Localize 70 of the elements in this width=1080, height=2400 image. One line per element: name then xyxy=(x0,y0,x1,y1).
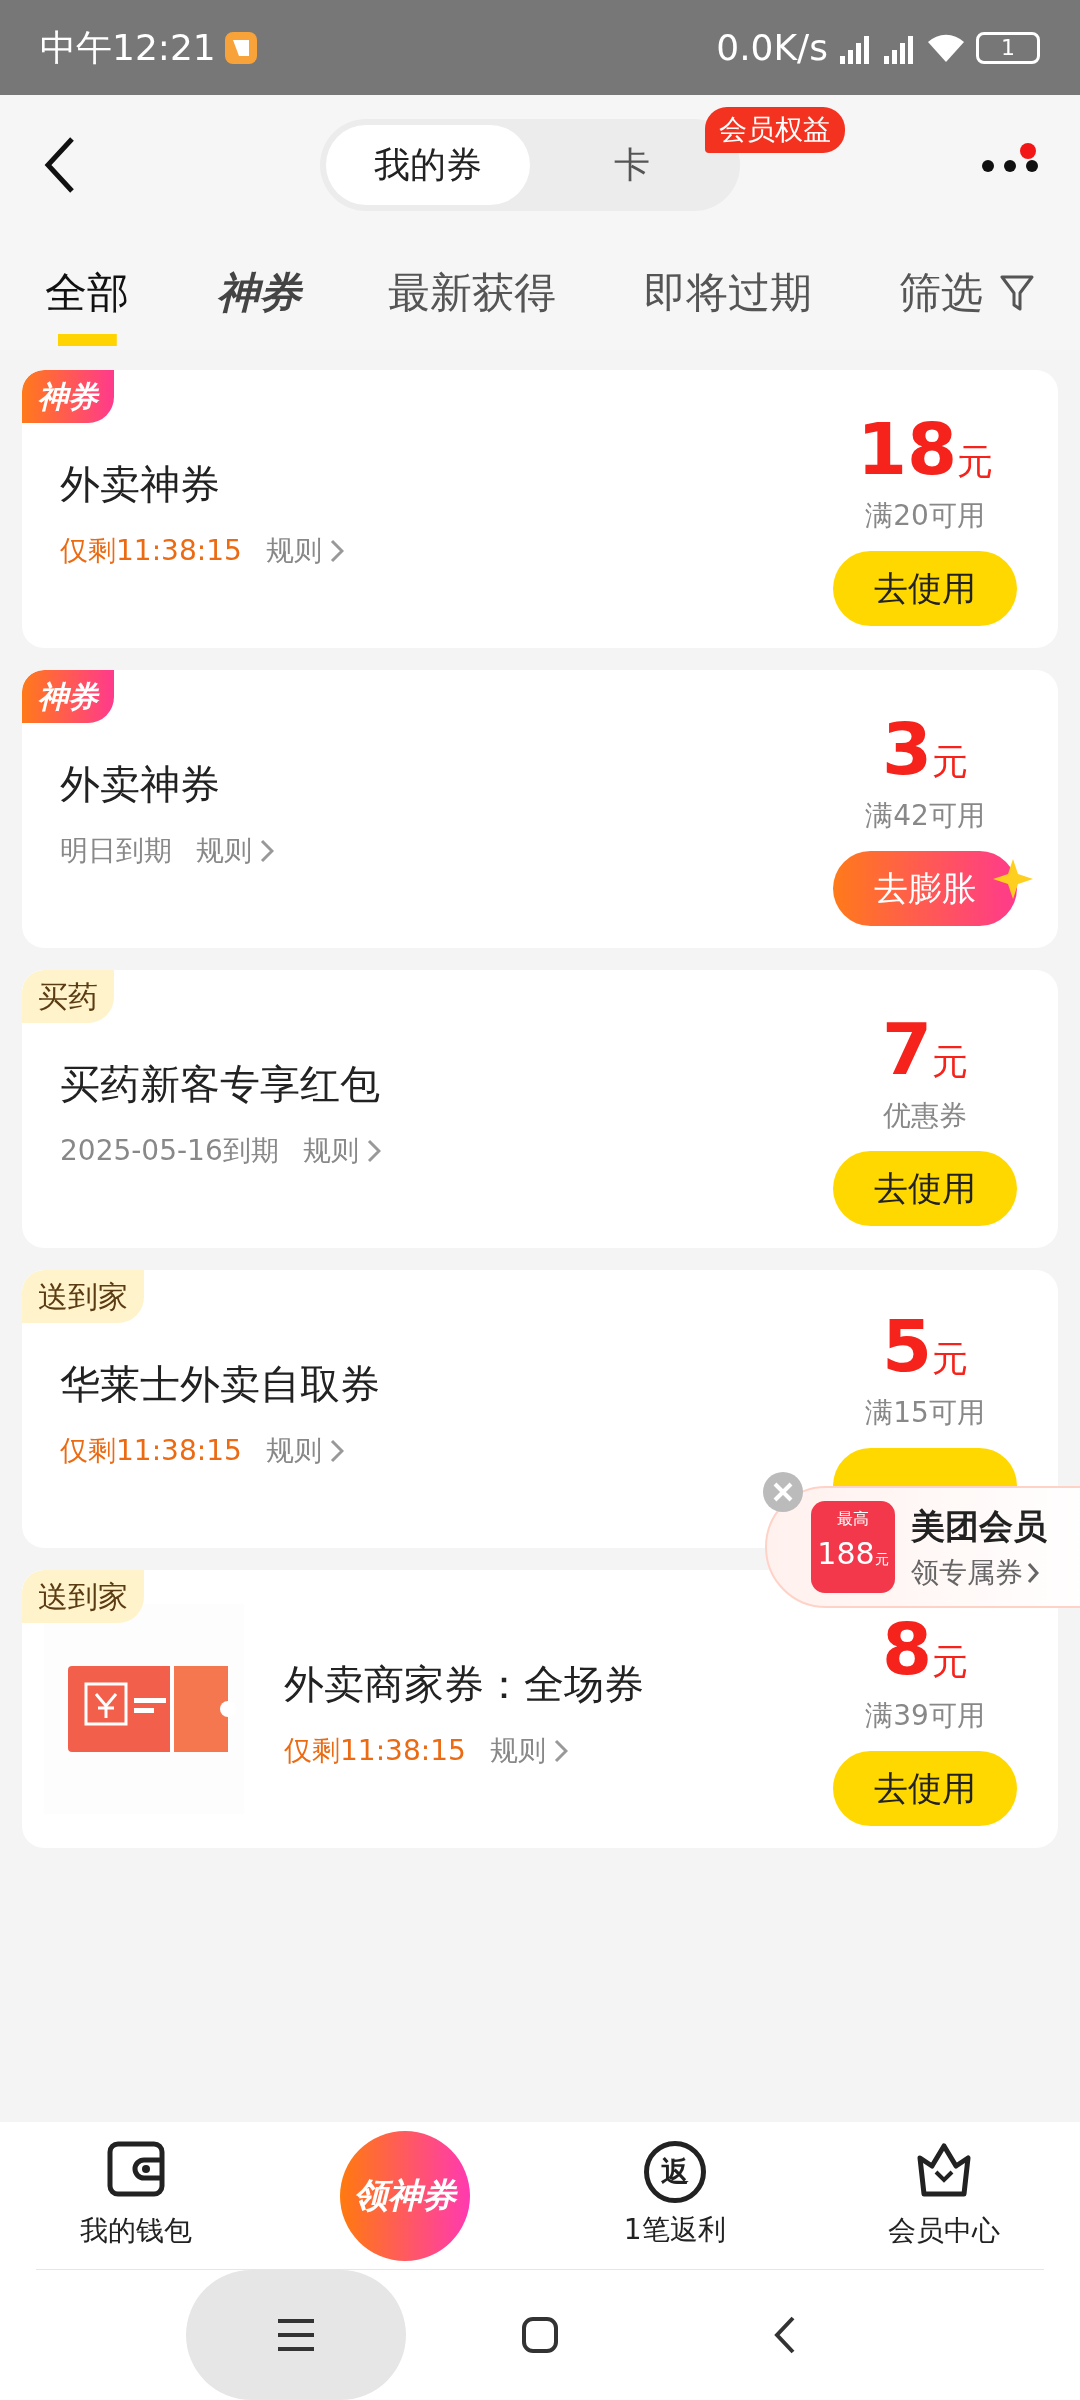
chevron-icon xyxy=(260,839,274,863)
rules-link[interactable]: 规则 xyxy=(265,530,344,572)
chevron-icon xyxy=(329,1439,344,1463)
square-icon xyxy=(521,2316,559,2354)
filter-tab[interactable]: 最新获得 xyxy=(388,261,556,346)
use-button[interactable]: 去使用 xyxy=(833,550,1017,626)
use-button[interactable]: 去使用 xyxy=(833,1750,1017,1826)
rules-link[interactable]: 规则 xyxy=(196,830,274,872)
rebate-icon: 返 xyxy=(643,2140,706,2203)
coupon-tag: 送到家 xyxy=(22,1270,144,1323)
condition-text: 满20可用 xyxy=(865,497,985,534)
currency-unit: 元 xyxy=(932,740,969,782)
coupon-amount: 8 xyxy=(881,1606,933,1691)
coupon-tag: 神券 xyxy=(22,370,114,423)
expiry-text: 仅剩11:38:15 xyxy=(284,1733,466,1769)
coupon-amount: 18 xyxy=(856,406,958,491)
more-icon[interactable] xyxy=(980,157,1040,174)
condition-text: 优惠券 xyxy=(883,1097,967,1134)
currency-unit: 元 xyxy=(932,1640,969,1682)
coupon-tag: 神券 xyxy=(22,670,114,723)
promo-amount: 188 xyxy=(817,1536,875,1571)
currency-unit: 元 xyxy=(932,1337,969,1379)
condition-text: 满42可用 xyxy=(865,797,985,834)
bottom-nav-item[interactable]: 会员中心 xyxy=(844,2139,1044,2252)
wallet-icon xyxy=(106,2139,166,2200)
currency-unit: 元 xyxy=(932,1040,969,1082)
coupon-amount: 5 xyxy=(881,1303,933,1388)
menu-icon xyxy=(276,2318,316,2352)
segment-tab[interactable]: 我的券 xyxy=(326,125,530,205)
expiry-text: 明日到期 xyxy=(60,833,172,869)
close-icon[interactable] xyxy=(763,1472,803,1512)
expiry-text: 2025-05-16到期 xyxy=(60,1133,279,1169)
chevron-icon xyxy=(1027,1561,1039,1584)
member-promo-toast[interactable]: 最高 188 元 美团会员 领专属券 xyxy=(765,1486,1080,1608)
chevron-icon xyxy=(366,1139,381,1163)
expiry-text: 仅剩11:38:15 xyxy=(60,533,242,569)
use-button[interactable]: 去使用 xyxy=(833,1150,1017,1226)
clock-text: 中午12:21 xyxy=(40,25,216,70)
promo-link[interactable]: 领专属券 xyxy=(911,1551,1047,1594)
coupon-title: 外卖神券 xyxy=(60,760,221,809)
rules-link[interactable]: 规则 xyxy=(489,1730,568,1772)
filter-button[interactable]: 筛选 xyxy=(899,261,1035,346)
coupon-title: 华莱士外卖自取券 xyxy=(60,1360,380,1409)
notification-app-icon xyxy=(223,30,258,65)
coupon-title: 外卖商家券：全场券 xyxy=(284,1660,644,1709)
condition-text: 满15可用 xyxy=(865,1394,985,1431)
bottom-nav-item[interactable]: 返 1笔返利 xyxy=(574,2140,775,2251)
coupon-tag: 买药 xyxy=(22,970,114,1023)
chevron-icon xyxy=(553,1739,568,1763)
coupon-amount: 7 xyxy=(881,1006,933,1091)
condition-text: 满39可用 xyxy=(865,1697,985,1734)
currency-unit: 元 xyxy=(957,440,994,482)
coupon-title: 买药新客专享红包 xyxy=(60,1060,381,1109)
promo-unit: 元 xyxy=(874,1551,889,1567)
back-icon xyxy=(773,2316,795,2354)
promo-top-text: 最高 xyxy=(836,1508,870,1530)
rules-link[interactable]: 规则 xyxy=(302,1130,381,1172)
coupon-title: 外卖神券 xyxy=(60,460,221,509)
coupon-amount: 3 xyxy=(881,706,933,791)
network-speed-text: 0.0K/s xyxy=(716,25,828,70)
expiry-text: 仅剩11:38:15 xyxy=(60,1433,242,1469)
rules-link[interactable]: 规则 xyxy=(265,1430,344,1472)
coupon-tag: 送到家 xyxy=(22,1570,144,1623)
sparkle-icon xyxy=(993,858,1033,899)
promo-title: 美团会员 xyxy=(911,1504,1047,1548)
battery-level-text: 1 xyxy=(976,31,1040,64)
bottom-nav-item[interactable]: 我的钱包 xyxy=(36,2139,236,2252)
member-badge: 会员权益 xyxy=(705,107,845,153)
chevron-icon xyxy=(329,539,344,563)
filter-tab[interactable]: 即将过期 xyxy=(643,261,812,346)
